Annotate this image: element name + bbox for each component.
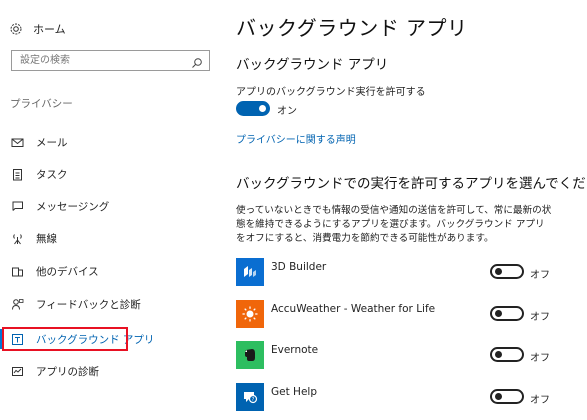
app-row-get-help: ? Get Help オフ	[236, 383, 587, 413]
search-input[interactable]	[12, 51, 190, 70]
sidebar-item-radios[interactable]: 無線	[0, 225, 225, 251]
app-toggle-label: オフ	[530, 395, 550, 406]
sun-icon	[236, 300, 264, 328]
svg-text:?: ?	[252, 397, 255, 403]
devices-icon	[10, 264, 24, 278]
app-toggle-label: オフ	[530, 353, 550, 364]
sidebar-item-feedback[interactable]: フィードバックと診断	[0, 291, 225, 317]
sidebar-item-mail[interactable]: メール	[0, 129, 225, 155]
sidebar-item-background-apps[interactable]: バックグラウンド アプリ	[0, 326, 225, 352]
app-toggle-label: オフ	[530, 312, 550, 323]
sidebar: ホーム プライバシー メール タスク メッセージング 無線	[0, 0, 225, 420]
task-icon	[10, 167, 24, 181]
app-toggle[interactable]	[490, 347, 524, 362]
chat-icon	[10, 199, 24, 213]
allow-background-toggle-label: オン	[277, 106, 297, 117]
evernote-elephant-icon	[236, 341, 264, 369]
section-title: バックグラウンド アプリ	[236, 57, 389, 73]
sidebar-item-label: フィードバックと診断	[36, 298, 141, 311]
section-label-privacy: プライバシー	[10, 98, 73, 110]
app-toggle[interactable]	[490, 264, 524, 279]
app-name: 3D Builder	[271, 261, 327, 273]
toggle-knob	[495, 268, 502, 275]
toggle-knob	[495, 351, 502, 358]
app-row-evernote: Evernote オフ	[236, 341, 587, 371]
sidebar-item-app-diagnostics[interactable]: アプリの診断	[0, 358, 225, 384]
app-name: Get Help	[271, 386, 317, 398]
sidebar-item-other-devices[interactable]: 他のデバイス	[0, 258, 225, 284]
description-text: 使っていないときでも情報の受信や通知の送信を許可して、常に最新の状態を維持できる…	[236, 205, 552, 244]
sidebar-item-label: メール	[36, 136, 68, 149]
sidebar-item-label: メッセージング	[36, 200, 110, 213]
app-row-accuweather: AccuWeather - Weather for Life オフ	[236, 300, 587, 330]
sidebar-item-task[interactable]: タスク	[0, 161, 225, 187]
app-toggle-label: オフ	[530, 270, 550, 281]
app-toggle[interactable]	[490, 389, 524, 404]
gear-icon	[9, 22, 23, 36]
privacy-statement-link[interactable]: プライバシーに関する声明	[236, 131, 356, 146]
app-toggle[interactable]	[490, 306, 524, 321]
allow-background-toggle[interactable]	[236, 101, 270, 116]
radio-antenna-icon	[10, 231, 24, 245]
toggle-knob	[259, 105, 266, 112]
sidebar-item-messaging[interactable]: メッセージング	[0, 193, 225, 219]
toggle-knob	[495, 310, 502, 317]
toggle-knob	[495, 393, 502, 400]
page-title: バックグラウンド アプリ	[236, 16, 468, 40]
sidebar-item-label: 他のデバイス	[36, 265, 99, 278]
selection-highlight	[2, 327, 128, 351]
sidebar-item-label: タスク	[36, 168, 68, 181]
search-icon[interactable]	[191, 54, 203, 68]
choose-apps-title: バックグラウンドでの実行を許可するアプリを選んでください	[236, 176, 587, 192]
home-label: ホーム	[33, 23, 66, 36]
app-name: AccuWeather - Weather for Life	[271, 303, 436, 315]
mail-icon	[10, 135, 24, 149]
3d-builder-icon	[236, 258, 264, 286]
diagnostics-icon	[10, 364, 24, 378]
app-name: Evernote	[271, 344, 319, 356]
app-row-3d-builder: 3D Builder オフ	[236, 258, 587, 288]
allow-background-label: アプリのバックグラウンド実行を許可する	[236, 87, 426, 98]
feedback-icon	[10, 297, 24, 311]
sidebar-item-label: アプリの診断	[36, 365, 99, 378]
home-link[interactable]: ホーム	[9, 21, 66, 37]
search-box[interactable]	[11, 50, 210, 71]
get-help-icon: ?	[236, 383, 264, 411]
sidebar-item-label: 無線	[36, 232, 57, 245]
main-content: バックグラウンド アプリ バックグラウンド アプリ アプリのバックグラウンド実行…	[236, 0, 587, 420]
